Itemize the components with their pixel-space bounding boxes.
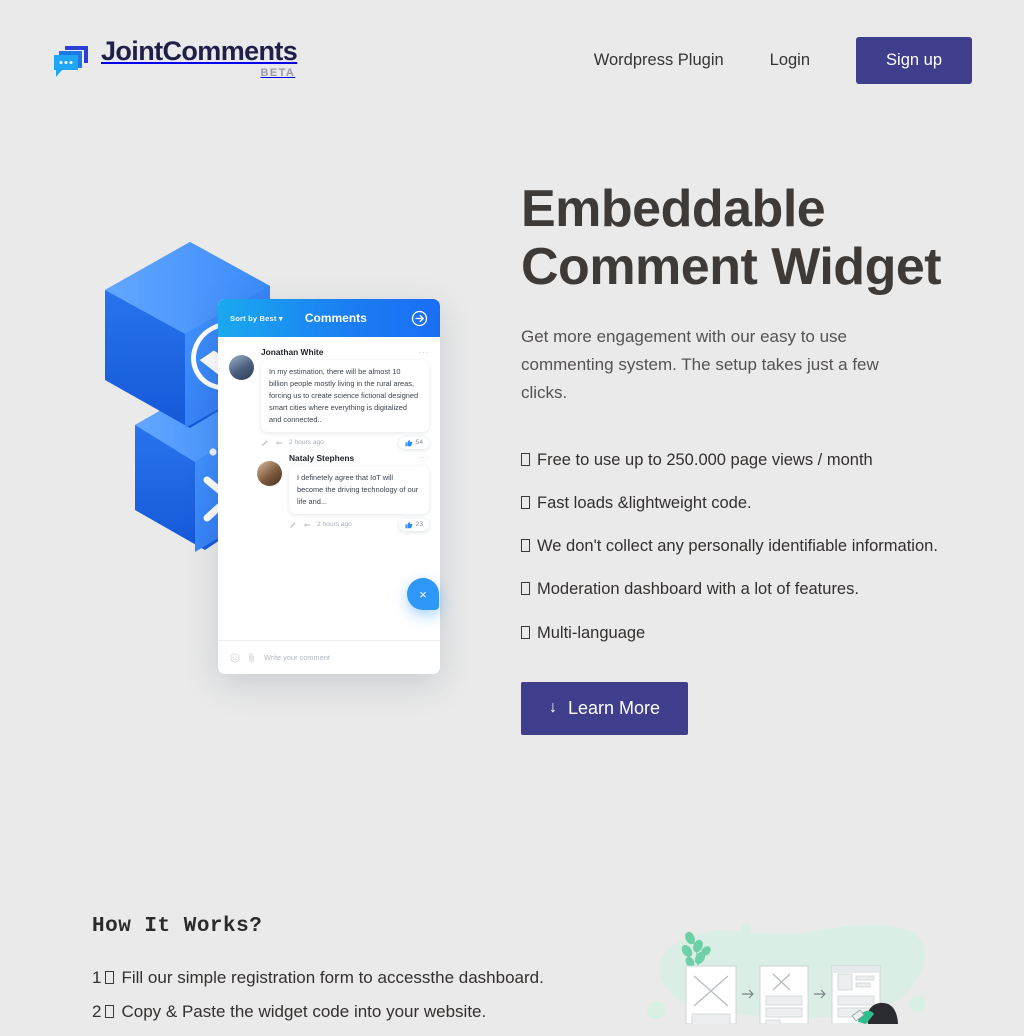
feature-item: We don't collect any personally identifi… (521, 536, 951, 557)
avatar (257, 460, 282, 486)
feature-label: Fast loads &lightweight code. (537, 494, 752, 513)
feature-item: Moderation dashboard with a lot of featu… (521, 579, 951, 600)
step-item: 1 Fill our simple registration form to a… (92, 968, 652, 987)
comment-time: 2 hours ago (289, 439, 324, 447)
bullet-marker-icon (521, 539, 530, 553)
like-badge[interactable]: 23 (398, 518, 429, 531)
thumbs-up-icon (405, 521, 413, 529)
comment-item: Nataly Stephens ··· I definetely agree t… (257, 453, 429, 531)
bullet-marker-icon (521, 582, 530, 596)
thumbs-up-icon (405, 439, 413, 447)
step-item: 2 Copy & Paste the widget code into your… (92, 1002, 652, 1021)
step-marker-icon (105, 1005, 115, 1019)
signup-button[interactable]: Sign up (856, 36, 972, 84)
bullet-marker-icon (521, 625, 530, 639)
brand-beta-tag: BETA (260, 67, 296, 80)
main-nav: Wordpress Plugin Login Sign up (594, 36, 972, 84)
close-widget-button[interactable]: × (407, 578, 439, 610)
comment-menu-icon[interactable]: ··· (419, 453, 429, 462)
comment-input-placeholder[interactable]: Write your comment (264, 653, 330, 662)
feature-label: Multi-language (537, 623, 646, 642)
sort-by-control[interactable]: Sort by Best ▾ (230, 314, 283, 323)
hero-section: Sort by Best ▾ Comments Jonathan White ·… (0, 120, 1024, 880)
comment-author: Jonathan White (261, 347, 324, 357)
comment-footer: 2 hours ago 54 (261, 436, 429, 449)
hero-copy: Embeddable Comment Widget Get more engag… (521, 180, 951, 735)
comment-author: Nataly Stephens (289, 452, 355, 463)
feature-item: Free to use up to 250.000 page views / m… (521, 450, 951, 471)
chat-bubble-icon (52, 43, 92, 83)
feature-label: Moderation dashboard with a lot of featu… (537, 580, 859, 599)
widget-title: Comments (304, 311, 367, 325)
step-number: 1 (92, 968, 102, 987)
nav-wordpress-plugin[interactable]: Wordpress Plugin (594, 51, 724, 70)
learn-more-button[interactable]: ↓ Learn More (521, 681, 689, 735)
comment-text: In my estimation, there will be almost 1… (261, 360, 429, 432)
reply-icon[interactable] (303, 521, 311, 529)
avatar (229, 355, 254, 380)
feature-item: Multi-language (521, 623, 951, 644)
comment-menu-icon[interactable]: ··· (419, 348, 429, 357)
login-arrow-icon[interactable] (411, 310, 428, 327)
chevron-down-icon: ▾ (278, 313, 283, 323)
sort-by-label: Sort by Best (230, 313, 277, 323)
like-count: 54 (415, 439, 423, 447)
step-label: Fill our simple registration form to acc… (121, 968, 544, 987)
arrow-down-icon: ↓ (549, 699, 557, 717)
widget-header: Sort by Best ▾ Comments (218, 299, 440, 337)
how-it-works-section: How It Works? 1 Fill our simple registra… (92, 915, 652, 1036)
feature-item: Fast loads &lightweight code. (521, 493, 951, 514)
emoji-icon[interactable] (230, 652, 240, 663)
bullet-marker-icon (521, 496, 530, 510)
step-label: Copy & Paste the widget code into your w… (121, 1002, 487, 1022)
comment-time: 2 hours ago (317, 521, 352, 529)
brand-logo[interactable]: JointComments BETA (52, 36, 298, 83)
site-header: JointComments BETA Wordpress Plugin Logi… (0, 0, 1024, 120)
nav-login[interactable]: Login (770, 51, 810, 70)
like-badge[interactable]: 54 (398, 436, 429, 449)
step-number: 2 (92, 1002, 102, 1022)
reply-icon[interactable] (275, 439, 283, 447)
feature-list: Free to use up to 250.000 page views / m… (521, 450, 951, 644)
comment-text: I definetely agree that IoT will become … (289, 465, 429, 514)
learn-more-label: Learn More (568, 697, 661, 718)
like-count: 23 (415, 521, 423, 529)
wireframe-steps-illustration (640, 918, 1024, 1024)
step-marker-icon (105, 971, 115, 984)
comment-footer: 2 hours ago 23 (289, 518, 429, 531)
feature-label: We don't collect any personally identifi… (537, 537, 938, 556)
how-it-works-title: How It Works? (92, 915, 263, 938)
brand-name: JointComments (101, 36, 298, 66)
bullet-marker-icon (521, 453, 530, 467)
feature-label: Free to use up to 250.000 page views / m… (537, 451, 873, 470)
edit-icon[interactable] (289, 521, 297, 529)
comment-widget-mock: Sort by Best ▾ Comments Jonathan White ·… (218, 299, 440, 674)
edit-icon[interactable] (261, 439, 269, 447)
page-title: Embeddable Comment Widget (521, 180, 942, 297)
hero-illustration: Sort by Best ▾ Comments Jonathan White ·… (90, 160, 470, 680)
comment-composer[interactable]: Write your comment (218, 640, 440, 674)
how-it-works-steps: 1 Fill our simple registration form to a… (92, 968, 652, 1021)
attachment-icon[interactable] (247, 653, 257, 663)
comment-item: Jonathan White ··· In my estimation, the… (229, 347, 429, 449)
hero-subtitle: Get more engagement with our easy to use… (521, 327, 879, 402)
